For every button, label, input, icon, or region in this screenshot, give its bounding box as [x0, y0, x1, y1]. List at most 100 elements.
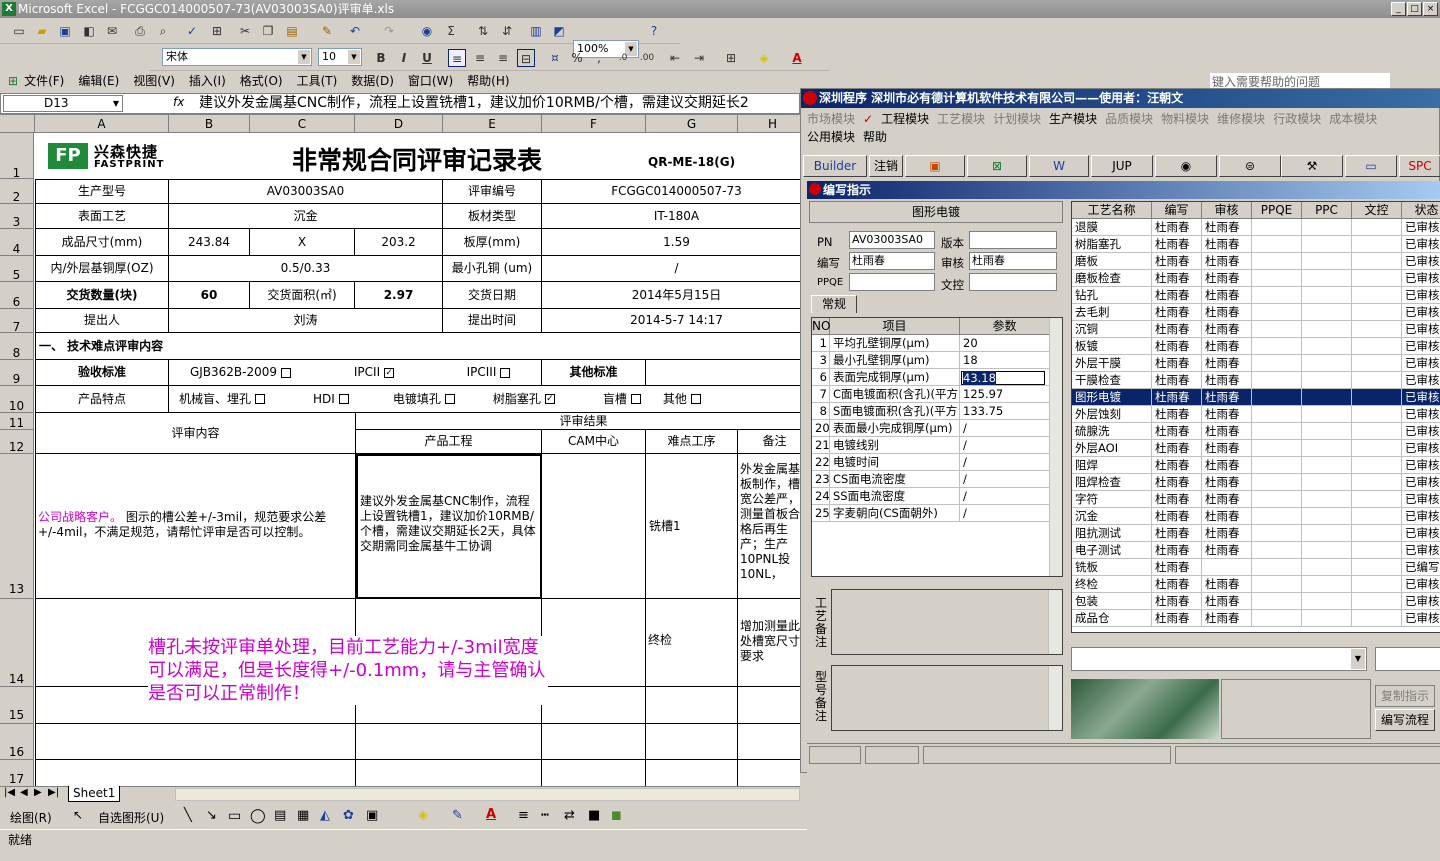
builder-button[interactable]: Builder — [803, 155, 867, 177]
param-value-selected[interactable]: 43.18 — [963, 371, 996, 385]
r13-proc[interactable]: 铣槽1 — [646, 454, 738, 599]
process-row[interactable]: 板镀 杜雨春 杜雨春 已审核 — [1072, 338, 1440, 355]
hyperlink-icon[interactable]: ◉ — [418, 22, 436, 40]
textbox-icon[interactable]: ▤ — [274, 808, 286, 823]
column-header[interactable]: F — [542, 115, 646, 133]
chevron-down-icon[interactable]: ▼ — [113, 96, 119, 111]
r13-cam[interactable] — [542, 454, 646, 599]
help-search-input[interactable]: 键入需要帮助的问题 — [1210, 73, 1390, 89]
process-row[interactable]: 去毛刺 杜雨春 杜雨春 已审核 — [1072, 304, 1440, 321]
surface-value[interactable]: 沉金 — [169, 204, 443, 229]
menu-plan[interactable]: 计划模块 — [993, 112, 1041, 126]
r16-cam[interactable] — [542, 724, 646, 760]
process-row[interactable]: 铣板 杜雨春 已编写 — [1072, 559, 1440, 576]
underline-icon[interactable]: U — [418, 49, 436, 67]
sort-descending-icon[interactable]: ⇵ — [498, 22, 516, 40]
excel-export-icon[interactable]: ⊠ — [967, 155, 1027, 177]
model-value[interactable]: AV03003SA0 — [169, 179, 443, 204]
function-icon[interactable]: fx — [173, 95, 184, 109]
checkbox-unchecked-icon[interactable] — [500, 367, 511, 378]
horizontal-scrollbar[interactable] — [175, 788, 800, 801]
format-painter-icon[interactable]: ✎ — [318, 22, 336, 40]
param-row[interactable]: 6 表面完成铜厚(μm) 43.18 — [812, 369, 1050, 386]
arrow-icon[interactable]: ↘ — [206, 808, 217, 823]
param-value[interactable]: / — [960, 420, 1050, 437]
writer-field[interactable]: 杜雨春 — [849, 252, 935, 270]
process-row[interactable]: 外层AOI 杜雨春 杜雨春 已审核 — [1072, 440, 1440, 457]
other-std-value[interactable] — [646, 360, 800, 386]
submit-time-value[interactable]: 2014-5-7 14:17 — [542, 309, 800, 333]
3d-icon[interactable]: ◼ — [611, 808, 622, 823]
r14-cam[interactable] — [542, 599, 646, 687]
row-header[interactable]: 1 — [0, 133, 34, 180]
row-header[interactable]: 17 — [0, 760, 34, 786]
r17-eng[interactable] — [356, 760, 542, 786]
menu-production[interactable]: 生产模块 — [1049, 112, 1097, 126]
param-value[interactable]: 20 — [960, 335, 1050, 352]
autosum-icon[interactable]: Σ — [442, 22, 460, 40]
checkbox-checked-icon[interactable]: ✓ — [384, 367, 395, 378]
area-value[interactable]: 2.97 — [355, 282, 443, 309]
r17-content[interactable] — [35, 760, 356, 786]
submitter-value[interactable]: 刘涛 — [169, 309, 443, 333]
tab-general[interactable]: 常规 — [811, 295, 857, 313]
checker-field[interactable]: 杜雨春 — [969, 252, 1057, 270]
ppt-icon[interactable]: ▣ — [905, 155, 965, 177]
row-header[interactable]: 6 — [0, 282, 34, 309]
column-header[interactable]: E — [443, 115, 542, 133]
param-value[interactable]: 18 — [960, 352, 1050, 369]
row-header[interactable]: 15 — [0, 687, 34, 724]
diagram-icon[interactable]: ◭ — [320, 808, 330, 823]
font-color-icon[interactable]: A — [788, 49, 806, 67]
board-value[interactable]: IT-180A — [542, 204, 800, 229]
delivery-date-value[interactable]: 2014年5月15日 — [542, 282, 800, 309]
qty-value[interactable]: 60 — [169, 282, 250, 309]
aux-field[interactable] — [1375, 647, 1440, 671]
param-row[interactable]: 21 电镀线别 / — [812, 437, 1050, 454]
dash-style-icon[interactable]: ┅ — [541, 808, 549, 823]
process-row[interactable]: 成品仓 杜雨春 杜雨春 已审核 — [1072, 610, 1440, 627]
param-grid[interactable]: NO 项目 参数 1 平均孔壁铜厚(μm) 20 3 最小孔壁铜厚(μm) 18 6 表面完成… — [811, 317, 1063, 577]
column-header[interactable]: A — [35, 115, 169, 133]
menu-help[interactable]: 帮助(H) — [467, 71, 509, 92]
print-preview-icon[interactable]: ⌕ — [154, 22, 172, 40]
process-grid[interactable]: 工艺名称 编写 审核 PPQE PPC 文控 状态 退膜 杜雨春 杜雨春 已审核 树脂塞… — [1071, 201, 1440, 633]
column-header[interactable]: B — [169, 115, 250, 133]
row-header[interactable]: 7 — [0, 309, 34, 334]
r15-cam[interactable] — [542, 687, 646, 724]
chevron-down-icon[interactable]: ▼ — [298, 50, 310, 64]
row-header[interactable]: 13 — [0, 454, 34, 599]
sort-ascending-icon[interactable]: ⇅ — [474, 22, 492, 40]
align-right-icon[interactable]: ≡ — [494, 49, 512, 67]
param-value[interactable]: / — [960, 488, 1050, 505]
row-header[interactable]: 14 — [0, 599, 34, 687]
param-row[interactable]: 3 最小孔壁铜厚(μm) 18 — [812, 352, 1050, 369]
menu-edit[interactable]: 编辑(E) — [78, 71, 119, 92]
r13-remark[interactable]: 外发金属基板制作，槽宽公差严，测量首板合格后再生产；生产10PNL投10NL， — [738, 454, 800, 599]
r16-eng[interactable] — [356, 724, 542, 760]
new-icon[interactable]: ▭ — [10, 22, 28, 40]
copy-icon[interactable]: ❐ — [259, 22, 277, 40]
model-note-field[interactable] — [831, 665, 1063, 731]
model-note-scrollbar[interactable] — [1048, 666, 1062, 730]
eye-icon[interactable]: ◉ — [1155, 155, 1217, 177]
thickness-value[interactable]: 1.59 — [542, 229, 800, 256]
menu-erp-help[interactable]: 帮助 — [863, 130, 887, 144]
process-row[interactable]: 沉铜 杜雨春 杜雨春 已审核 — [1072, 321, 1440, 338]
r16-remark[interactable] — [738, 724, 800, 760]
process-row[interactable]: 退膜 杜雨春 杜雨春 已审核 — [1072, 219, 1440, 236]
bold-icon[interactable]: B — [372, 49, 390, 67]
help-icon[interactable]: ? — [645, 22, 663, 40]
process-row[interactable]: 树脂塞孔 杜雨春 杜雨春 已审核 — [1072, 236, 1440, 253]
menu-maintenance[interactable]: 维修模块 — [1217, 112, 1265, 126]
process-row[interactable]: 图形电镀 杜雨春 杜雨春 已审核 — [1072, 389, 1440, 406]
r16-proc[interactable] — [646, 724, 738, 760]
process-row[interactable]: 包装 杜雨春 杜雨春 已审核 — [1072, 593, 1440, 610]
undo-icon[interactable]: ↶ — [346, 22, 364, 40]
r17-remark[interactable] — [738, 760, 800, 786]
size-height[interactable]: 203.2 — [355, 229, 443, 256]
param-row[interactable]: 22 电镀时间 / — [812, 454, 1050, 471]
process-row[interactable]: 钻孔 杜雨春 杜雨春 已审核 — [1072, 287, 1440, 304]
menu-market[interactable]: 市场模块 — [807, 112, 855, 126]
menu-data[interactable]: 数据(D) — [351, 71, 394, 92]
